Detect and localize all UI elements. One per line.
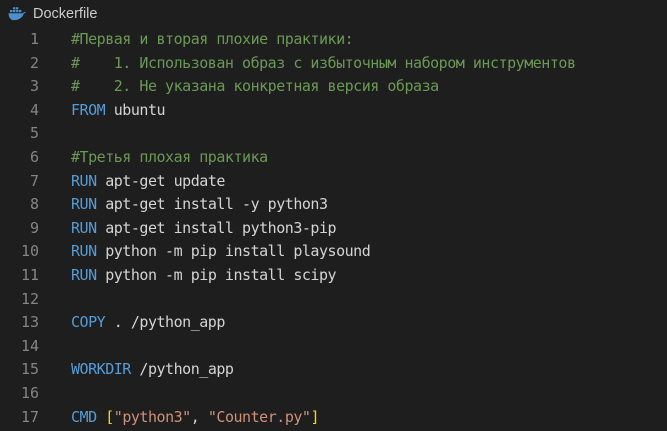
code-token-plain: apt-get install -y python3 — [96, 195, 328, 214]
code-line[interactable]: 10 RUN python -m pip install playsound — [0, 240, 667, 264]
code-token-plain: apt-get install python3-pip — [96, 218, 337, 237]
code-text: # 1. Использован образ с избыточным набо… — [71, 52, 576, 76]
code-text: RUN apt-get update — [71, 170, 225, 194]
code-text: FROM ubuntu — [71, 99, 166, 123]
code-text: CMD ["python3", "Counter.py"] — [71, 406, 319, 430]
line-number: 2 — [29, 53, 39, 72]
code-token-comment: #Первая и вторая плохие практики: — [71, 30, 354, 48]
code-token-keyword: WORKDIR — [71, 360, 131, 379]
code-line[interactable]: 11 RUN python -m pip install scipy — [0, 264, 667, 288]
code-text: RUN python -m pip install playsound — [71, 240, 371, 264]
code-token-plain: ubuntu — [105, 100, 166, 119]
line-number: 17 — [20, 407, 39, 426]
code-text: RUN python -m pip install scipy — [71, 264, 337, 288]
code-token-keyword: RUN — [71, 218, 97, 237]
code-token-string: "Counter.py" — [207, 407, 311, 426]
code-line[interactable]: 5 — [0, 122, 667, 146]
code-line[interactable]: 14 — [0, 335, 667, 359]
code-token-keyword: RUN — [71, 265, 97, 284]
line-number: 6 — [29, 147, 39, 166]
line-number: 8 — [29, 195, 39, 214]
code-text: WORKDIR /python_app — [71, 358, 234, 382]
code-token-plain: . /python_app — [105, 313, 226, 332]
code-line[interactable]: 3 # 2. Не указана конкретная версия образ… — [0, 75, 667, 99]
line-number: 13 — [20, 313, 39, 332]
code-token-keyword: RUN — [71, 171, 97, 190]
code-text: # 2. Не указана конкретная версия образа — [71, 75, 439, 99]
code-token-bracket: ] — [310, 407, 320, 426]
code-line[interactable]: 2 # 1. Использован образ с избыточным наб… — [0, 52, 667, 76]
code-line[interactable]: 13 COPY . /python_app — [0, 311, 667, 335]
line-number: 7 — [29, 171, 39, 190]
code-line[interactable]: 15 WORKDIR /python_app — [0, 358, 667, 382]
line-number: 5 — [29, 124, 39, 143]
line-number: 14 — [20, 336, 39, 355]
line-number: 10 — [20, 242, 39, 261]
code-token-comment: # 2. Не указана конкретная версия образа — [71, 77, 439, 96]
code-token-keyword: CMD — [71, 407, 97, 426]
code-token-plain: , — [190, 407, 208, 426]
line-number: 1 — [29, 30, 39, 48]
code-line[interactable]: 4 FROM ubuntu — [0, 99, 667, 123]
code-line[interactable]: 16 — [0, 382, 667, 406]
code-token-bracket: [ — [105, 407, 114, 426]
code-line[interactable]: 8 RUN apt-get install -y python3 — [0, 193, 667, 217]
code-line[interactable]: 12 — [0, 288, 667, 312]
code-text: #Третья плохая практика — [71, 146, 268, 170]
line-number: 16 — [20, 383, 39, 402]
code-line[interactable]: 1 #Первая и вторая плохие практики: — [0, 28, 667, 52]
code-text: #Первая и вторая плохие практики: — [71, 28, 354, 52]
code-line[interactable]: 17 CMD ["python3", "Counter.py"] — [0, 406, 667, 430]
code-line[interactable]: 9 RUN apt-get install python3-pip — [0, 217, 667, 241]
code-token-string: "python3" — [113, 407, 191, 426]
code-token-keyword: RUN — [71, 242, 97, 261]
code-token-keyword: COPY — [71, 313, 106, 332]
line-number: 3 — [29, 77, 39, 96]
line-number: 12 — [20, 289, 39, 308]
code-token-plain: /python_app — [130, 360, 234, 379]
code-area[interactable]: 1 #Первая и вторая плохие практики: 2 # 1. … — [0, 28, 667, 429]
code-editor[interactable]: Dockerfile 1 #Первая и вторая плохие прак… — [0, 0, 667, 431]
tab-label: Dockerfile — [33, 6, 98, 22]
code-token-plain: python -m pip install playsound — [96, 242, 371, 261]
tab-dockerfile[interactable]: Dockerfile — [4, 2, 103, 26]
code-line[interactable]: 7 RUN apt-get update — [0, 170, 667, 194]
code-token-comment: # 1. Использован образ с избыточным набо… — [71, 53, 576, 72]
code-token-plain: python -m pip install scipy — [96, 265, 337, 284]
docker-icon — [8, 7, 26, 21]
line-number: 11 — [20, 265, 39, 284]
code-token-keyword: RUN — [71, 195, 97, 214]
code-token-comment: #Третья плохая практика — [71, 147, 268, 166]
code-token-plain: apt-get update — [96, 171, 225, 190]
code-text: RUN apt-get install python3-pip — [71, 217, 337, 241]
line-number: 15 — [20, 360, 39, 379]
code-line[interactable]: 6 #Третья плохая практика — [0, 146, 667, 170]
tab-bar: Dockerfile — [0, 0, 667, 28]
code-text: COPY . /python_app — [71, 311, 225, 335]
code-token-keyword: FROM — [71, 100, 106, 119]
line-number: 9 — [29, 218, 39, 237]
code-text: RUN apt-get install -y python3 — [71, 193, 328, 217]
line-number: 4 — [29, 100, 39, 119]
